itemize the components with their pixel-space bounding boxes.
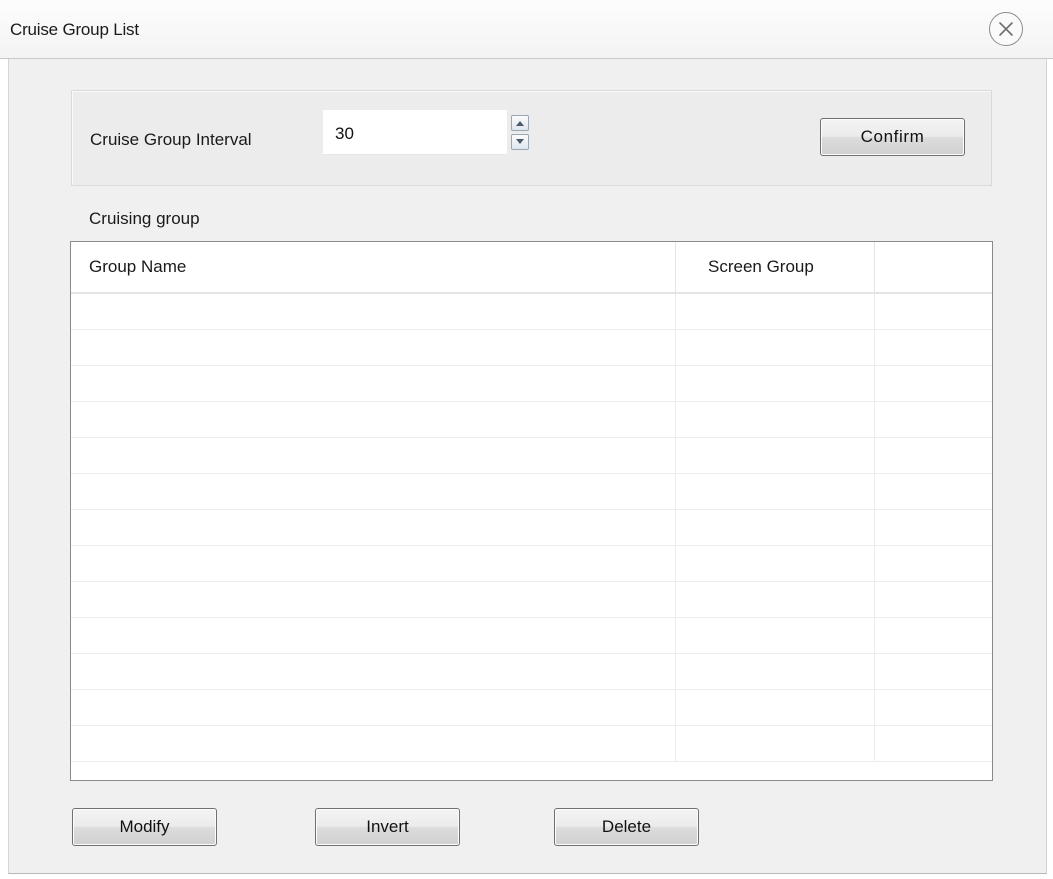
- table-row[interactable]: [71, 546, 992, 582]
- cell-divider: [675, 654, 676, 690]
- spin-up-icon[interactable]: [511, 115, 529, 131]
- cell-divider: [675, 582, 676, 618]
- cell-divider: [874, 546, 875, 582]
- table-row[interactable]: [71, 582, 992, 618]
- cell-divider: [874, 618, 875, 654]
- dialog-body: Cruise Group Interval Confirm Cruising g…: [8, 59, 1047, 874]
- cell-divider: [874, 330, 875, 366]
- cell-divider: [874, 654, 875, 690]
- title-bar: Cruise Group List: [0, 0, 1053, 59]
- table-row[interactable]: [71, 474, 992, 510]
- cell-divider: [874, 438, 875, 474]
- cell-divider: [675, 438, 676, 474]
- table-row[interactable]: [71, 294, 992, 330]
- column-header-group-name[interactable]: Group Name: [89, 257, 186, 277]
- table-row[interactable]: [71, 366, 992, 402]
- confirm-button[interactable]: Confirm: [820, 118, 965, 156]
- column-header-screen-group[interactable]: Screen Group: [708, 257, 814, 277]
- table-body: [71, 294, 992, 780]
- column-divider[interactable]: [675, 242, 676, 292]
- window-title: Cruise Group List: [10, 20, 139, 39]
- invert-button[interactable]: Invert: [315, 808, 460, 846]
- interval-input[interactable]: [323, 110, 507, 155]
- cell-divider: [675, 294, 676, 330]
- cruise-group-table[interactable]: Group Name Screen Group: [70, 241, 993, 781]
- table-row[interactable]: [71, 654, 992, 690]
- cell-divider: [675, 546, 676, 582]
- table-row[interactable]: [71, 726, 992, 762]
- cell-divider: [874, 474, 875, 510]
- cell-divider: [675, 474, 676, 510]
- table-row[interactable]: [71, 402, 992, 438]
- cell-divider: [874, 582, 875, 618]
- cell-divider: [874, 510, 875, 546]
- spin-down-icon[interactable]: [511, 134, 529, 150]
- cell-divider: [874, 402, 875, 438]
- table-row[interactable]: [71, 438, 992, 474]
- cell-divider: [675, 618, 676, 654]
- cell-divider: [675, 402, 676, 438]
- cell-divider: [675, 726, 676, 762]
- cell-divider: [675, 366, 676, 402]
- table-header: Group Name Screen Group: [71, 242, 992, 294]
- cell-divider: [874, 366, 875, 402]
- close-icon[interactable]: [989, 12, 1023, 46]
- table-row[interactable]: [71, 690, 992, 726]
- cell-divider: [874, 726, 875, 762]
- table-row[interactable]: [71, 618, 992, 654]
- table-row[interactable]: [71, 510, 992, 546]
- interval-label: Cruise Group Interval: [90, 130, 252, 149]
- column-divider[interactable]: [874, 242, 875, 292]
- modify-button[interactable]: Modify: [72, 808, 217, 846]
- table-row[interactable]: [71, 330, 992, 366]
- cell-divider: [675, 690, 676, 726]
- cell-divider: [675, 330, 676, 366]
- cell-divider: [874, 294, 875, 330]
- delete-button[interactable]: Delete: [554, 808, 699, 846]
- section-label-cruising-group: Cruising group: [89, 209, 200, 228]
- cell-divider: [675, 510, 676, 546]
- cell-divider: [874, 690, 875, 726]
